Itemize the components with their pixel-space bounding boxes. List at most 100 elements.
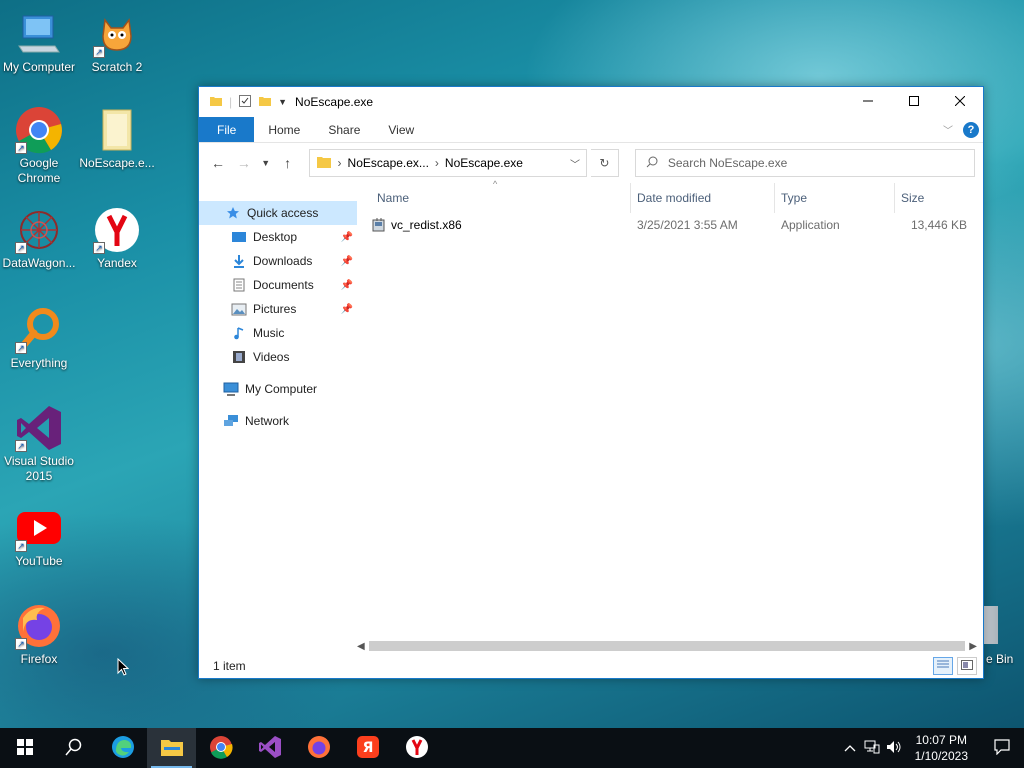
sidebar-item-downloads[interactable]: Downloads 📌 [199, 249, 357, 273]
desktop-icon-everything[interactable]: ↗ Everything [0, 306, 80, 371]
search-button[interactable] [49, 728, 98, 768]
sidebar-item-quick-access[interactable]: Quick access [199, 201, 357, 225]
properties-check-icon[interactable] [238, 94, 252, 111]
back-arrow-icon: ← [210, 155, 225, 171]
forward-button[interactable]: → [233, 152, 255, 174]
address-row: ← → ▼ ↑ › NoEscape.ex... › NoEscape.exe … [199, 143, 983, 183]
back-button[interactable]: ← [207, 152, 229, 174]
taskbar-edge[interactable] [98, 728, 147, 768]
taskbar-chrome[interactable] [196, 728, 245, 768]
desktop-icon-visual-studio[interactable]: ↗ Visual Studio 2015 [0, 404, 80, 484]
mouse-cursor-icon [117, 657, 130, 679]
desktop-icon-yandex[interactable]: ↗ Yandex [76, 206, 158, 271]
table-row[interactable]: vc_redist.x86 3/25/2021 3:55 AM Applicat… [371, 214, 973, 236]
new-folder-icon[interactable] [258, 94, 272, 111]
speaker-icon [886, 740, 902, 757]
pictures-icon [231, 301, 247, 317]
sidebar-item-pictures[interactable]: Pictures 📌 [199, 297, 357, 321]
sidebar-item-documents[interactable]: Documents 📌 [199, 273, 357, 297]
large-icons-view-button[interactable] [957, 657, 977, 675]
taskbar-yandex-browser[interactable]: Я [343, 728, 392, 768]
folder-icon [209, 94, 223, 111]
recent-locations-button[interactable]: ▼ [259, 152, 273, 174]
close-button[interactable] [937, 87, 983, 117]
minimize-button[interactable] [845, 87, 891, 117]
shortcut-arrow-icon: ↗ [15, 242, 27, 254]
sidebar-item-desktop[interactable]: Desktop 📌 [199, 225, 357, 249]
address-bar[interactable]: › NoEscape.ex... › NoEscape.exe ﹀ [308, 149, 588, 177]
download-arrow-icon [231, 253, 247, 269]
horizontal-scrollbar[interactable]: ◀ ▶ [357, 638, 977, 654]
refresh-button[interactable]: ↻ [591, 149, 619, 177]
clock-time: 10:07 PM [915, 733, 967, 747]
navigation-pane: Quick access Desktop 📌 Downloads 📌 Docum… [199, 183, 357, 678]
breadcrumb-item[interactable]: NoEscape.ex... [348, 156, 429, 170]
column-header-name[interactable]: Name [371, 183, 631, 213]
network-tray-button[interactable] [861, 740, 883, 757]
network-icon [223, 413, 239, 429]
scroll-left-icon[interactable]: ◀ [357, 641, 365, 652]
scratch-cat-icon: ↗ [93, 10, 141, 58]
sidebar-item-label: Quick access [247, 206, 319, 220]
address-dropdown-icon[interactable]: ﹀ [570, 156, 580, 171]
search-box[interactable]: Search NoEscape.exe [634, 149, 976, 177]
taskbar-yandex[interactable] [392, 728, 441, 768]
details-view-button[interactable] [933, 657, 953, 675]
file-date-modified: 3/25/2021 3:55 AM [637, 218, 738, 232]
taskbar-file-explorer[interactable] [147, 728, 196, 768]
taskbar-firefox[interactable] [294, 728, 343, 768]
pin-icon[interactable]: 📌 [341, 280, 353, 291]
maximize-button[interactable] [891, 87, 937, 117]
desktop-icon-firefox[interactable]: ↗ Firefox [0, 602, 80, 667]
desktop-icon-youtube[interactable]: ↗ YouTube [0, 504, 80, 569]
pin-icon[interactable]: 📌 [341, 304, 353, 315]
up-button[interactable]: ↑ [277, 152, 299, 174]
action-center-button[interactable] [980, 728, 1024, 768]
show-hidden-icons-button[interactable] [839, 741, 861, 755]
sidebar-item-my-computer[interactable]: My Computer [199, 377, 357, 401]
start-button[interactable] [0, 728, 49, 768]
sidebar-item-videos[interactable]: Videos [199, 345, 357, 369]
tab-home[interactable]: Home [254, 117, 314, 142]
yandex-icon: ↗ [93, 206, 141, 254]
scroll-right-icon[interactable]: ▶ [969, 641, 977, 652]
file-explorer-window[interactable]: | ▼ NoEscape.exe File Home Share View ﹀ … [198, 86, 984, 679]
svg-text:Я: Я [362, 740, 373, 756]
network-monitor-icon [864, 740, 880, 757]
sidebar-item-label: Music [253, 326, 285, 340]
tab-share[interactable]: Share [314, 117, 374, 142]
scrollbar-thumb[interactable] [368, 641, 966, 651]
pin-icon[interactable]: 📌 [341, 256, 353, 267]
breadcrumb-item-current[interactable]: NoEscape.exe [445, 156, 523, 170]
desktop-icon-datawagon[interactable]: ↗ DataWagon... [0, 206, 80, 271]
column-header-size[interactable]: Size [895, 183, 975, 213]
file-explorer-icon [160, 737, 184, 760]
desktop-icon-chrome[interactable]: ↗ Google Chrome [0, 106, 80, 186]
start-icon [16, 738, 33, 758]
customize-toolbar-chevron-icon[interactable]: ▼ [278, 97, 287, 107]
help-icon[interactable]: ? [963, 121, 979, 138]
refresh-icon: ↻ [599, 156, 610, 170]
search-input[interactable]: Search NoEscape.exe [668, 156, 787, 170]
sidebar-item-network[interactable]: Network [199, 409, 357, 433]
expand-ribbon-chevron-icon[interactable]: ﹀ [943, 122, 953, 137]
column-header-type[interactable]: Type [775, 183, 895, 213]
visual-studio-icon: ↗ [15, 404, 63, 452]
breadcrumb-separator-icon: › [337, 156, 342, 170]
taskbar-visual-studio[interactable] [245, 728, 294, 768]
column-header-date-modified[interactable]: Date modified [631, 183, 775, 213]
desktop-icon-my-computer[interactable]: My Computer [0, 10, 80, 75]
tab-view[interactable]: View [374, 117, 428, 142]
clock[interactable]: 10:07 PM 1/10/2023 [905, 732, 980, 764]
yandex-browser-icon: Я [356, 735, 380, 762]
desktop-icon-noescape-folder[interactable]: NoEscape.e... [76, 106, 158, 171]
title-bar[interactable]: | ▼ NoEscape.exe [199, 87, 983, 117]
tab-file[interactable]: File [199, 117, 255, 142]
pin-icon[interactable]: 📌 [341, 232, 353, 243]
details-view-icon [937, 659, 949, 673]
star-icon [225, 205, 241, 221]
desktop-icon-scratch[interactable]: ↗ Scratch 2 [76, 10, 158, 75]
volume-tray-button[interactable] [883, 740, 905, 757]
sidebar-item-music[interactable]: Music [199, 321, 357, 345]
desktop-folder-icon [231, 229, 247, 245]
